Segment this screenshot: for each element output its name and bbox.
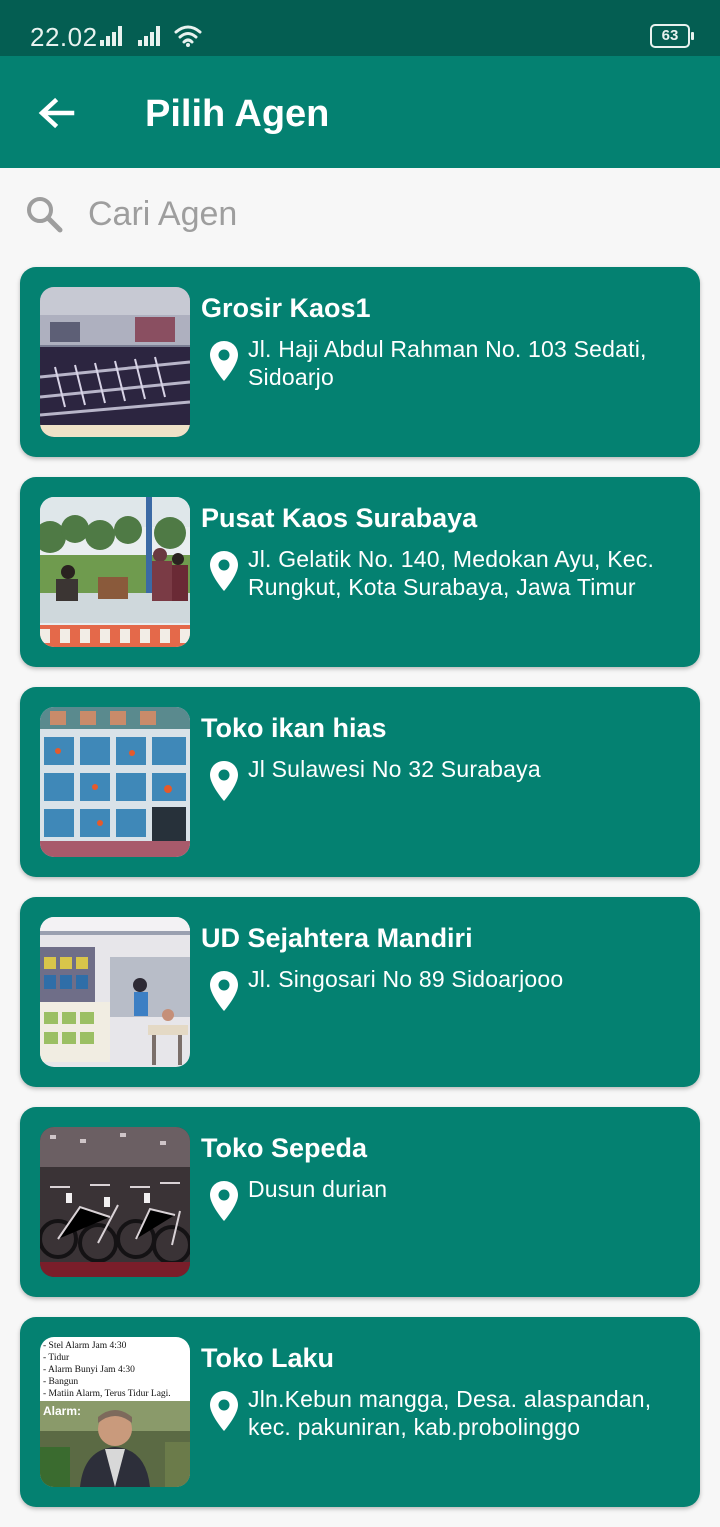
app-bar: Pilih Agen: [0, 56, 720, 168]
agent-card[interactable]: Pusat Kaos Surabaya Jl. Gelatik No. 140,…: [20, 477, 700, 667]
battery-indicator: 63: [650, 24, 694, 48]
agent-card[interactable]: Grosir Kaos1 Jl. Haji Abdul Rahman No. 1…: [20, 267, 700, 457]
agent-address: Dusun durian: [248, 1176, 388, 1202]
location-pin-icon: [210, 551, 238, 591]
agent-thumbnail: - Stel Alarm Jam 4:30 - Tidur - Alarm Bu…: [40, 1337, 190, 1487]
agent-thumbnail: [40, 497, 190, 647]
location-pin-icon: [210, 1391, 238, 1431]
status-bar: 22.02 63: [0, 0, 720, 56]
agent-card[interactable]: UD Sejahtera Mandiri Jl. Singosari No 89…: [20, 897, 700, 1087]
meme-line: - Tidur: [43, 1353, 70, 1363]
agent-card[interactable]: Toko ikan hias Jl Sulawesi No 32 Surabay…: [20, 687, 700, 877]
signal-wifi-icons: [100, 24, 210, 48]
agent-address: Jln.Kebun mangga, Desa. alaspandan, kec.…: [248, 1386, 652, 1440]
search-icon: [24, 194, 64, 234]
agent-name: Toko Laku: [201, 1343, 335, 1373]
location-pin-icon: [210, 971, 238, 1011]
meme-line: - Matiin Alarm, Terus Tidur Lagi.: [43, 1389, 171, 1399]
agent-address: Jl. Singosari No 89 Sidoarjooo: [248, 966, 564, 992]
page-title: Pilih Agen: [145, 93, 330, 135]
agent-name: Pusat Kaos Surabaya: [201, 503, 478, 533]
meme-line: - Stel Alarm Jam 4:30: [43, 1341, 127, 1351]
agent-name: Toko Sepeda: [201, 1133, 368, 1163]
agent-name: UD Sejahtera Mandiri: [201, 923, 473, 953]
agent-card[interactable]: - Stel Alarm Jam 4:30 - Tidur - Alarm Bu…: [20, 1317, 700, 1507]
status-time: 22.02: [30, 22, 98, 52]
location-pin-icon: [210, 341, 238, 381]
meme-line: - Alarm Bunyi Jam 4:30: [43, 1365, 135, 1375]
agent-thumbnail: [40, 287, 190, 437]
agent-name: Toko ikan hias: [201, 713, 387, 743]
location-pin-icon: [210, 1181, 238, 1221]
meme-caption: Alarm:: [43, 1404, 81, 1418]
arrow-left-icon: [38, 97, 75, 129]
agent-thumbnail: [40, 1127, 190, 1277]
agent-name: Grosir Kaos1: [201, 293, 371, 323]
agent-thumbnail: [40, 917, 190, 1067]
agent-card[interactable]: Toko Sepeda Dusun durian: [20, 1107, 700, 1297]
agent-address: Jl. Gelatik No. 140, Medokan Ayu, Kec. R…: [248, 546, 655, 600]
location-pin-icon: [210, 761, 238, 801]
agent-list: Grosir Kaos1 Jl. Haji Abdul Rahman No. 1…: [20, 267, 700, 1527]
search-bar: [0, 168, 720, 260]
back-button[interactable]: [28, 86, 84, 142]
agent-address: Jl. Haji Abdul Rahman No. 103 Sedati, Si…: [248, 336, 647, 390]
agent-address: Jl Sulawesi No 32 Surabaya: [248, 756, 541, 782]
search-input[interactable]: [88, 190, 688, 238]
meme-line: - Bangun: [43, 1377, 78, 1387]
agent-thumbnail: [40, 707, 190, 857]
